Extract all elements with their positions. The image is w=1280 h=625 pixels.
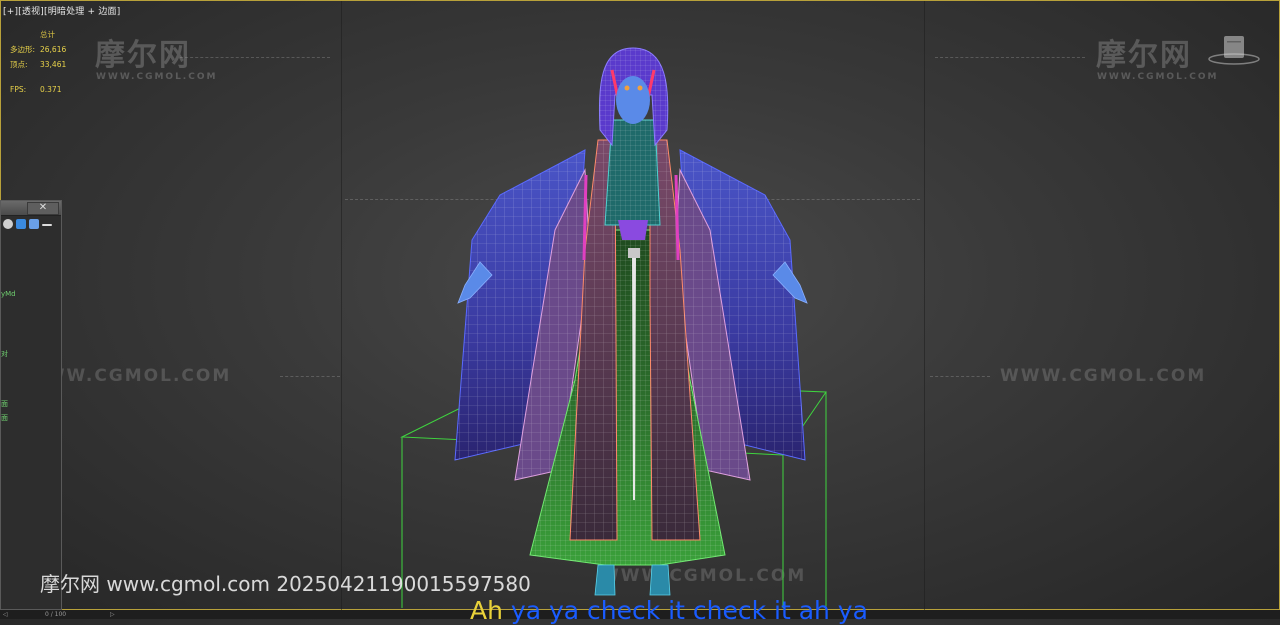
- panel-list-item[interactable]: 对: [1, 349, 8, 359]
- hierarchy-icon[interactable]: [16, 219, 26, 229]
- character-wireframe-model[interactable]: [0, 0, 1280, 619]
- subtitle: Ah ya ya check it check it ah ya: [470, 596, 868, 625]
- subtitle-first: Ah: [470, 596, 511, 625]
- panel-list-item[interactable]: 面: [1, 413, 8, 423]
- modifier-panel[interactable]: ✕ yMd 对 面 面: [0, 200, 62, 610]
- sphere-icon[interactable]: [3, 219, 13, 229]
- wrench-icon[interactable]: [29, 219, 39, 229]
- subtitle-rest: ya ya check it check it ah ya: [510, 596, 868, 625]
- face: [616, 76, 650, 124]
- timeline-next-icon[interactable]: ▷: [110, 611, 115, 619]
- panel-list-item[interactable]: yMd: [1, 290, 16, 298]
- panel-toolbar: [1, 216, 61, 232]
- timeline-frame[interactable]: 0 / 100: [45, 611, 66, 619]
- timeline-prev-icon[interactable]: ◁: [3, 611, 8, 619]
- panel-titlebar[interactable]: ✕: [1, 201, 61, 216]
- panel-list-item[interactable]: 面: [1, 399, 8, 409]
- panel-close-button[interactable]: ✕: [27, 202, 59, 215]
- minus-icon[interactable]: [42, 224, 52, 226]
- footer-watermark: 摩尔网 www.cgmol.com 20250421190015597580: [40, 572, 531, 596]
